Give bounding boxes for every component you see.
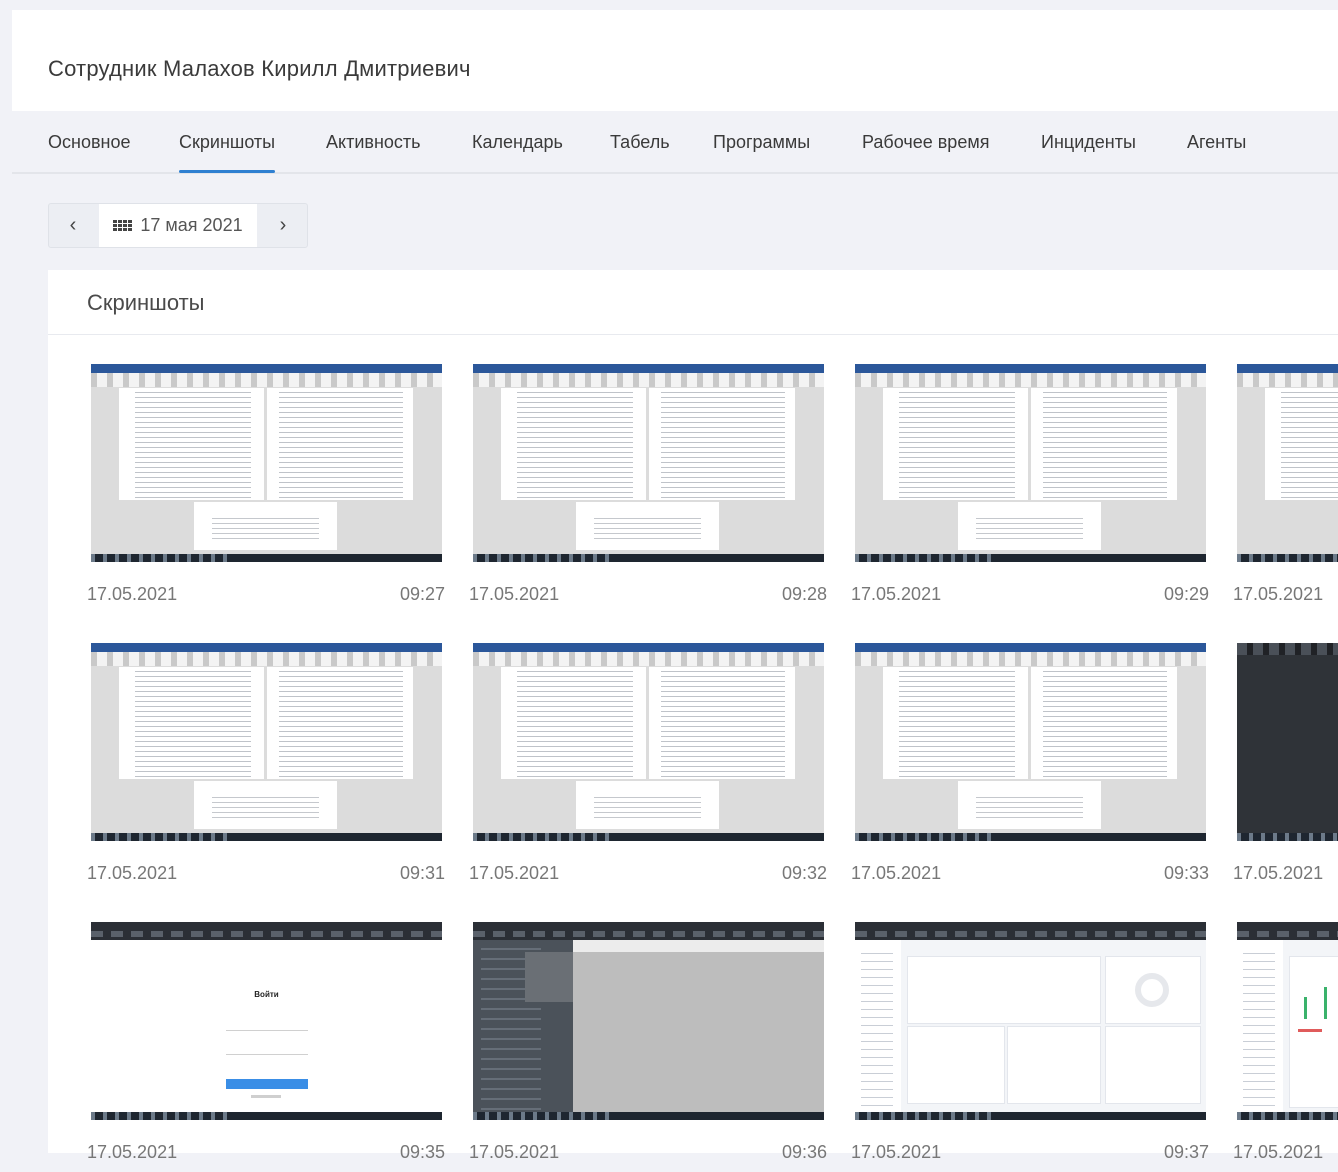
screenshots-panel: Скриншоты 17.05.2021 09:27 17.05.2021 09… <box>48 270 1338 1162</box>
screenshot-date: 17.05.2021 <box>851 584 942 604</box>
screenshot-thumbnail[interactable] <box>473 643 824 841</box>
screenshot-card: 17.05.2021 09:33 <box>851 643 1209 893</box>
screenshot-thumbnail[interactable] <box>91 643 442 841</box>
chevron-right-icon: › <box>279 214 287 236</box>
screenshot-card: 17.05.2021 09:36 <box>469 922 827 1172</box>
screenshot-thumbnail[interactable] <box>855 922 1206 1120</box>
tab-activity[interactable]: Активность <box>326 132 421 153</box>
screenshot-card: Войти 17.05.2021 09:35 <box>87 922 445 1172</box>
tab-working-time[interactable]: Рабочее время <box>862 132 989 153</box>
tab-incidents[interactable]: Инциденты <box>1041 132 1136 153</box>
screenshot-date: 17.05.2021 <box>851 863 942 883</box>
screenshot-date: 17.05.2021 <box>469 584 560 604</box>
date-field[interactable]: 17 мая 2021 <box>99 204 257 247</box>
screenshot-card: 17.05.2021 09:29 <box>851 364 1209 614</box>
screenshot-date: 17.05.2021 <box>469 863 560 883</box>
date-picker: ‹ 17 мая 2021 › <box>48 203 308 248</box>
screenshot-time: 09:31 <box>399 863 445 883</box>
screenshot-card: 17.05.2021 <box>1233 643 1338 893</box>
tab-calendar[interactable]: Календарь <box>472 132 563 153</box>
screenshot-card: 17.05.2021 09:31 <box>87 643 445 893</box>
screenshot-time: 09:27 <box>399 584 445 604</box>
calendar-icon <box>113 220 133 231</box>
screenshot-card: 17.05.2021 09:32 <box>469 643 827 893</box>
screenshot-date: 17.05.2021 <box>1233 584 1324 604</box>
screenshot-card: 17.05.2021 09:37 <box>851 922 1209 1172</box>
tab-agents[interactable]: Агенты <box>1187 132 1246 153</box>
screenshot-time: 09:28 <box>781 584 827 604</box>
screenshot-thumbnail[interactable] <box>1237 922 1338 1120</box>
page-header: Сотрудник Малахов Кирилл Дмитриевич <box>12 10 1338 111</box>
panel-title: Скриншоты <box>87 290 205 315</box>
screenshot-thumbnail[interactable]: Войти <box>91 922 442 1120</box>
screenshot-thumbnail[interactable] <box>473 364 824 562</box>
screenshot-thumbnail[interactable] <box>473 922 824 1120</box>
screenshot-card: 17.05.2021 09:27 <box>87 364 445 614</box>
chevron-left-icon: ‹ <box>69 214 77 236</box>
screenshot-time: 09:29 <box>1163 584 1209 604</box>
tab-timesheet[interactable]: Табель <box>610 132 670 153</box>
tab-main[interactable]: Основное <box>48 132 130 153</box>
tab-screenshots[interactable]: Скриншоты <box>179 132 276 173</box>
screenshot-card: 17.05.2021 <box>1233 364 1338 614</box>
screenshot-time: 09:33 <box>1163 863 1209 883</box>
screenshot-thumbnail[interactable] <box>855 364 1206 562</box>
screenshot-date: 17.05.2021 <box>1233 863 1324 883</box>
prev-day-button[interactable]: ‹ <box>49 204 97 247</box>
screenshot-thumbnail[interactable] <box>1237 643 1338 841</box>
screenshot-thumbnail[interactable] <box>1237 364 1338 562</box>
tab-programs[interactable]: Программы <box>713 132 810 153</box>
screenshot-thumbnail[interactable] <box>855 643 1206 841</box>
screenshot-date: 17.05.2021 <box>87 584 178 604</box>
screenshot-thumbnail[interactable] <box>91 364 442 562</box>
page-title: Сотрудник Малахов Кирилл Дмитриевич <box>48 56 471 81</box>
date-value: 17 мая 2021 <box>140 215 243 235</box>
screenshot-time: 09:32 <box>781 863 827 883</box>
screenshot-card: 17.05.2021 <box>1233 922 1338 1172</box>
login-title: Войти <box>254 990 279 999</box>
tab-bar: Основное Скриншоты Активность Календарь … <box>12 112 1338 174</box>
panel-header: Скриншоты <box>48 270 1338 335</box>
screenshot-card: 17.05.2021 09:28 <box>469 364 827 614</box>
next-day-button[interactable]: › <box>259 204 307 247</box>
screenshot-date: 17.05.2021 <box>87 863 178 883</box>
